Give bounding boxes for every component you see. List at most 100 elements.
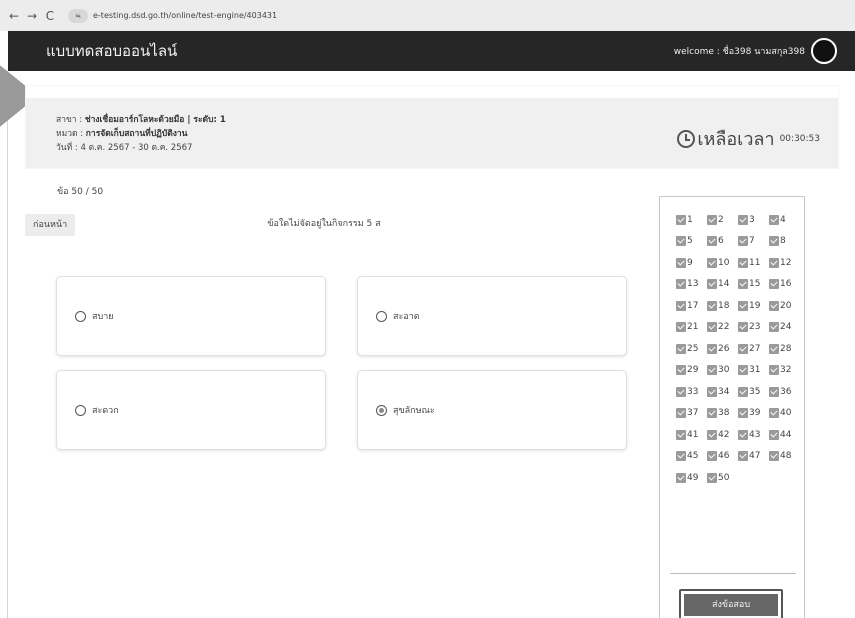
question-nav-item[interactable]: 44	[769, 424, 800, 446]
question-nav-item[interactable]: 32	[769, 360, 800, 382]
question-nav-item[interactable]: 28	[769, 338, 800, 360]
question-number: 35	[749, 386, 761, 397]
user-avatar[interactable]	[811, 38, 837, 64]
answered-check-icon	[738, 322, 748, 333]
answered-check-icon	[769, 300, 779, 311]
question-nav-item[interactable]: 9	[676, 252, 707, 274]
answer-option-2[interactable]: สะอาด	[357, 276, 627, 356]
question-nav-item[interactable]: 29	[676, 360, 707, 382]
question-nav-item[interactable]: 43	[738, 424, 769, 446]
question-number: 48	[780, 451, 792, 462]
site-settings-icon[interactable]: ≒	[68, 8, 88, 23]
question-nav-item[interactable]: 47	[738, 446, 769, 468]
question-nav-item[interactable]: 41	[676, 424, 707, 446]
question-nav-item[interactable]: 5	[676, 231, 707, 253]
category-label: หมวด :	[56, 129, 86, 139]
exam-info-panel: สาขา : ช่างเชื่อมอาร์กโลหะด้วยมือ | ระดั…	[26, 86, 838, 168]
question-nav-item[interactable]: 2	[707, 209, 738, 231]
question-nav-item[interactable]: 36	[769, 381, 800, 403]
back-arrow-icon[interactable]: ←	[6, 9, 22, 23]
question-number: 47	[749, 451, 761, 462]
question-nav-item[interactable]: 45	[676, 446, 707, 468]
question-nav-item[interactable]: 16	[769, 274, 800, 296]
answered-check-icon	[738, 365, 748, 376]
question-nav-item[interactable]: 23	[738, 317, 769, 339]
question-nav-item[interactable]: 35	[738, 381, 769, 403]
question-number: 7	[749, 236, 755, 247]
question-nav-item[interactable]: 13	[676, 274, 707, 296]
question-number: 39	[749, 408, 761, 419]
question-nav-item[interactable]: 48	[769, 446, 800, 468]
question-nav-item[interactable]: 33	[676, 381, 707, 403]
question-nav-item[interactable]: 8	[769, 231, 800, 253]
timer: เหลือเวลา 00:30:53	[677, 124, 820, 153]
question-nav-item[interactable]: 37	[676, 403, 707, 425]
question-nav-item[interactable]: 34	[707, 381, 738, 403]
question-nav-item[interactable]: 27	[738, 338, 769, 360]
answer-option-1[interactable]: สบาย	[56, 276, 326, 356]
question-nav-item[interactable]: 11	[738, 252, 769, 274]
answer-option-3[interactable]: สะดวก	[56, 370, 326, 450]
question-nav-item[interactable]: 21	[676, 317, 707, 339]
question-number: 26	[718, 343, 730, 354]
question-nav-item[interactable]: 15	[738, 274, 769, 296]
answered-check-icon	[738, 429, 748, 440]
question-nav-item[interactable]: 6	[707, 231, 738, 253]
question-nav-item[interactable]: 1	[676, 209, 707, 231]
radio-button[interactable]	[75, 310, 86, 322]
radio-button[interactable]	[75, 404, 86, 416]
answered-check-icon	[769, 343, 779, 354]
question-number: 29	[687, 365, 699, 376]
answered-check-icon	[738, 279, 748, 290]
answered-check-icon	[707, 322, 717, 333]
left-edge-border	[0, 71, 8, 618]
question-nav-item[interactable]: 3	[738, 209, 769, 231]
answered-check-icon	[707, 236, 717, 247]
answered-check-icon	[676, 279, 686, 290]
question-nav-item[interactable]: 46	[707, 446, 738, 468]
answered-check-icon	[769, 322, 779, 333]
question-nav-item[interactable]: 31	[738, 360, 769, 382]
app-header: แบบทดสอบออนไลน์ welcome : ชื่อ398 นามสกุ…	[8, 31, 855, 71]
answered-check-icon	[676, 386, 686, 397]
navigator-divider	[670, 573, 796, 574]
question-nav-item[interactable]: 14	[707, 274, 738, 296]
radio-button[interactable]	[376, 310, 387, 322]
question-nav-item[interactable]: 18	[707, 295, 738, 317]
answered-check-icon	[769, 451, 779, 462]
address-bar[interactable]: ≒ e-testing.dsd.go.th/online/test-engine…	[68, 6, 278, 25]
question-nav-item[interactable]: 7	[738, 231, 769, 253]
question-number: 36	[780, 386, 792, 397]
forward-arrow-icon[interactable]: →	[24, 9, 40, 23]
question-number: 1	[687, 214, 693, 225]
answered-check-icon	[676, 365, 686, 376]
question-nav-item[interactable]: 12	[769, 252, 800, 274]
answered-check-icon	[738, 343, 748, 354]
question-nav-item[interactable]: 17	[676, 295, 707, 317]
user-info: welcome : ชื่อ398 นามสกุล398	[674, 38, 837, 64]
question-nav-item[interactable]: 39	[738, 403, 769, 425]
answer-option-4[interactable]: สุขลักษณะ	[357, 370, 627, 450]
category-value: การจัดเก็บสถานที่ปฏิบัติงาน	[85, 129, 188, 139]
question-nav-item[interactable]: 38	[707, 403, 738, 425]
radio-button-selected[interactable]	[376, 404, 387, 416]
question-number: 50	[718, 472, 730, 483]
question-nav-item[interactable]: 30	[707, 360, 738, 382]
question-number: 49	[687, 472, 699, 483]
question-nav-item[interactable]: 50	[707, 467, 738, 489]
answered-check-icon	[676, 343, 686, 354]
reload-icon[interactable]: C	[42, 9, 58, 23]
question-nav-item[interactable]: 22	[707, 317, 738, 339]
question-nav-item[interactable]: 4	[769, 209, 800, 231]
question-nav-item[interactable]: 24	[769, 317, 800, 339]
question-counter: ข้อ 50 / 50	[57, 187, 104, 197]
question-nav-item[interactable]: 10	[707, 252, 738, 274]
question-nav-item[interactable]: 40	[769, 403, 800, 425]
question-nav-item[interactable]: 42	[707, 424, 738, 446]
question-nav-item[interactable]: 49	[676, 467, 707, 489]
question-nav-item[interactable]: 20	[769, 295, 800, 317]
question-nav-item[interactable]: 25	[676, 338, 707, 360]
question-nav-item[interactable]: 26	[707, 338, 738, 360]
question-nav-item[interactable]: 19	[738, 295, 769, 317]
submit-exam-button[interactable]: ส่งข้อสอบ	[679, 589, 783, 618]
